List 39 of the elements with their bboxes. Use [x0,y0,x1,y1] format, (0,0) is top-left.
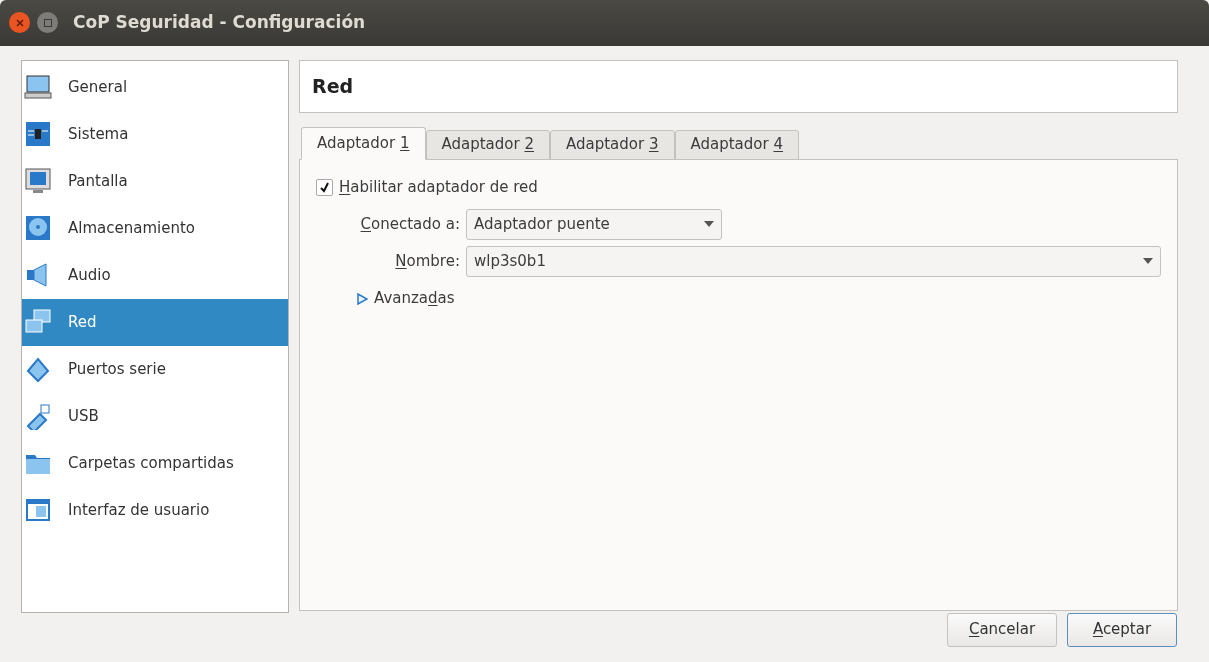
sidebar-item[interactable]: Interfaz de usuario [22,486,288,534]
sidebar-item[interactable]: USB [22,392,288,440]
laptop-icon [24,73,52,101]
window-icon [24,496,52,524]
tab[interactable]: Adaptador 2 [425,129,550,160]
maximize-icon [43,18,52,27]
sidebar-item[interactable]: Audio [22,251,288,299]
dialog-button[interactable]: Cancelar [947,612,1057,647]
sidebar-item[interactable]: Red [22,298,288,346]
chip-icon [24,120,52,148]
maximize-button[interactable] [37,12,58,34]
name-dropdown[interactable]: wlp3s0b1 [466,245,1161,277]
advanced-expander[interactable]: Avanzadas [356,286,455,311]
monitor-icon [24,167,52,195]
tab[interactable]: Adaptador 3 [550,129,675,160]
network-icon [24,308,52,336]
close-icon [15,18,24,27]
sidebar-item[interactable]: Almacenamiento [22,204,288,252]
tab[interactable]: Adaptador 4 [674,129,799,160]
sidebar-item[interactable]: Pantalla [22,157,288,205]
close-button[interactable] [9,12,30,34]
sidebar-item[interactable]: Puertos serie [22,345,288,393]
tab[interactable]: Adaptador 1 [301,126,426,160]
sidebar-item[interactable]: Sistema [22,110,288,158]
field-label: Conectado a: [359,213,460,235]
checkbox-box[interactable] [316,179,333,196]
triangle-right-icon [356,292,368,305]
window-title: CoP Seguridad - Configuración [73,11,366,34]
sidebar-item[interactable]: Carpetas compartidas [22,439,288,487]
usb-plug-icon [24,402,52,430]
field-label: Nombre: [394,250,460,272]
enable-checkbox[interactable]: Habilitar adaptador de red [316,175,1161,200]
caret-icon [1143,258,1153,264]
check-icon [319,182,330,193]
caret-icon [704,221,714,227]
page-title: Red [299,59,1178,113]
attached-dropdown[interactable]: Adaptador puente [466,208,722,240]
sidebar-item[interactable]: General [22,63,288,111]
dialog-button[interactable]: Aceptar [1067,612,1177,647]
